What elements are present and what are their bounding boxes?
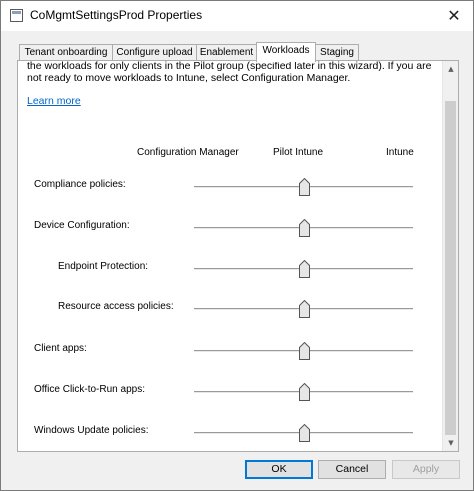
- tab-tenant-onboarding[interactable]: Tenant onboarding: [19, 44, 113, 61]
- slider-client-apps[interactable]: [194, 342, 413, 362]
- slider-thumb[interactable]: [298, 260, 310, 278]
- properties-dialog: CoMgmtSettingsProd Properties ✕ Tenant o…: [0, 0, 474, 491]
- slider-thumb[interactable]: [298, 219, 310, 237]
- workload-label-windows-update: Windows Update policies:: [34, 425, 149, 436]
- slider-compliance[interactable]: [194, 178, 413, 198]
- workload-label-resource-access: Resource access policies:: [58, 301, 174, 312]
- slider-endpoint-protection[interactable]: [194, 260, 413, 280]
- intro-text: the workloads for only clients in the Pi…: [27, 61, 432, 84]
- tab-staging[interactable]: Staging: [315, 44, 359, 61]
- workload-label-endpoint-protection: Endpoint Protection:: [58, 261, 149, 272]
- slider-office-c2r[interactable]: [194, 383, 413, 403]
- scroll-up-arrow-icon[interactable]: ▲: [443, 61, 459, 77]
- slider-windows-update[interactable]: [194, 424, 413, 444]
- slider-thumb[interactable]: [298, 300, 310, 318]
- slider-resource-access[interactable]: [194, 300, 413, 320]
- title-bar: CoMgmtSettingsProd Properties ✕: [1, 1, 473, 31]
- slider-thumb[interactable]: [298, 342, 310, 360]
- cancel-button[interactable]: Cancel: [318, 460, 386, 479]
- slider-thumb[interactable]: [298, 424, 310, 442]
- tab-configure-upload[interactable]: Configure upload: [112, 44, 197, 61]
- workloads-content: the workloads for only clients in the Pi…: [18, 61, 443, 451]
- workload-label-client-apps: Client apps:: [34, 343, 87, 354]
- window-app-icon: [10, 9, 23, 22]
- slider-thumb[interactable]: [298, 383, 310, 401]
- close-button[interactable]: ✕: [443, 5, 465, 27]
- scroll-thumb[interactable]: [445, 101, 456, 435]
- learn-more-link[interactable]: Learn more: [27, 95, 81, 107]
- scroll-down-arrow-icon[interactable]: ▼: [443, 435, 459, 451]
- ok-button[interactable]: OK: [245, 460, 313, 479]
- tab-workloads[interactable]: Workloads: [256, 42, 316, 62]
- column-intune: Intune: [386, 147, 414, 158]
- tab-enablement[interactable]: Enablement: [196, 44, 257, 61]
- slider-device-configuration[interactable]: [194, 219, 413, 239]
- apply-button[interactable]: Apply: [392, 460, 460, 479]
- slider-thumb[interactable]: [298, 178, 310, 196]
- column-pilot-intune: Pilot Intune: [273, 147, 324, 158]
- workload-label-device-configuration: Device Configuration:: [34, 220, 130, 231]
- column-configuration-manager: Configuration Manager: [137, 147, 239, 158]
- workload-label-office-c2r: Office Click-to-Run apps:: [34, 384, 145, 395]
- vertical-scrollbar[interactable]: ▲ ▼: [442, 61, 458, 451]
- window-title: CoMgmtSettingsProd Properties: [30, 8, 203, 22]
- workload-label-compliance: Compliance policies:: [34, 179, 126, 190]
- workloads-panel: the workloads for only clients in the Pi…: [17, 60, 459, 452]
